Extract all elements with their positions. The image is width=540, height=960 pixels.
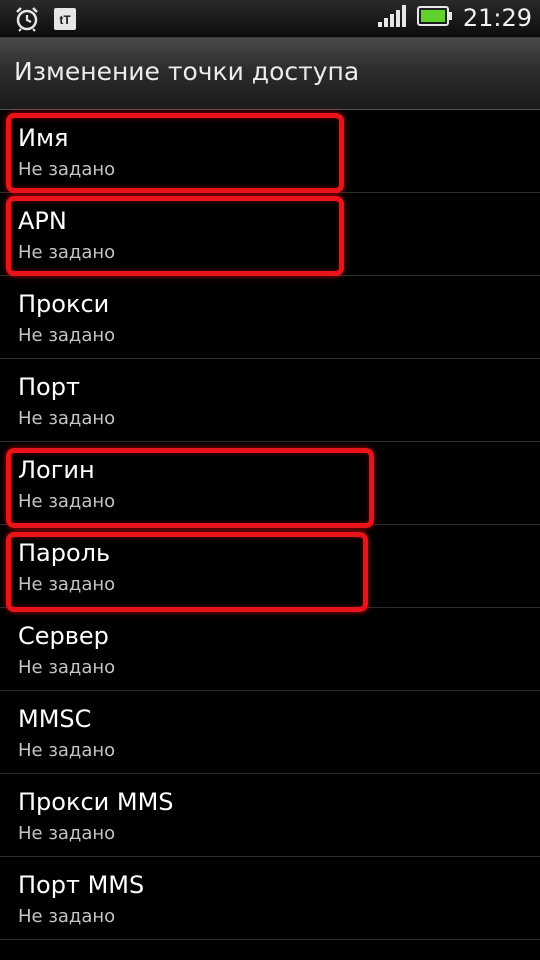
list-item-proxy[interactable]: Прокси Не задано [0,276,540,359]
item-value: Не задано [18,242,116,263]
title-bar: Изменение точки доступа [0,38,540,110]
item-title: Прокси MMS [18,788,174,816]
list-item-name[interactable]: Имя Не задано [0,110,540,193]
status-time: 21:29 [462,4,532,32]
item-value: Не задано [18,159,116,180]
operator-logo-icon: tT [52,6,78,36]
item-value: Не задано [18,408,116,429]
signal-strength-icon [377,4,407,32]
status-bar: tT 21:29 [0,0,540,38]
page-title: Изменение точки доступа [14,57,360,86]
item-value: Не задано [18,740,116,761]
list-item-mms-proxy[interactable]: Прокси MMS Не задано [0,774,540,857]
item-title: MMSC [18,705,92,733]
item-title: APN [18,207,67,235]
item-value: Не задано [18,823,116,844]
list-item-apn[interactable]: APN Не задано [0,193,540,276]
item-value: Не задано [18,906,116,927]
item-title: Имя [18,124,69,152]
alarm-clock-icon [14,6,40,36]
item-value: Не задано [18,657,116,678]
list-item-port[interactable]: Порт Не задано [0,359,540,442]
item-title: Логин [18,456,95,484]
list-item-mms-port[interactable]: Порт MMS Не задано [0,857,540,940]
list-item-server[interactable]: Сервер Не задано [0,608,540,691]
operator-logo-text: tT [59,13,71,27]
item-title: Пароль [18,539,111,567]
list-item-login[interactable]: Логин Не задано [0,442,540,525]
item-value: Не задано [18,491,116,512]
list-item-mmsc[interactable]: MMSC Не задано [0,691,540,774]
item-title: Сервер [18,622,109,650]
item-value: Не задано [18,574,116,595]
battery-charging-icon [416,6,453,30]
list-item-password[interactable]: Пароль Не задано [0,525,540,608]
item-value: Не задано [18,325,116,346]
item-title: Прокси [18,290,110,318]
item-title: Порт [18,373,80,401]
item-title: Порт MMS [18,871,145,899]
apn-settings-list: Имя Не задано APN Не задано Прокси Не за… [0,110,540,940]
